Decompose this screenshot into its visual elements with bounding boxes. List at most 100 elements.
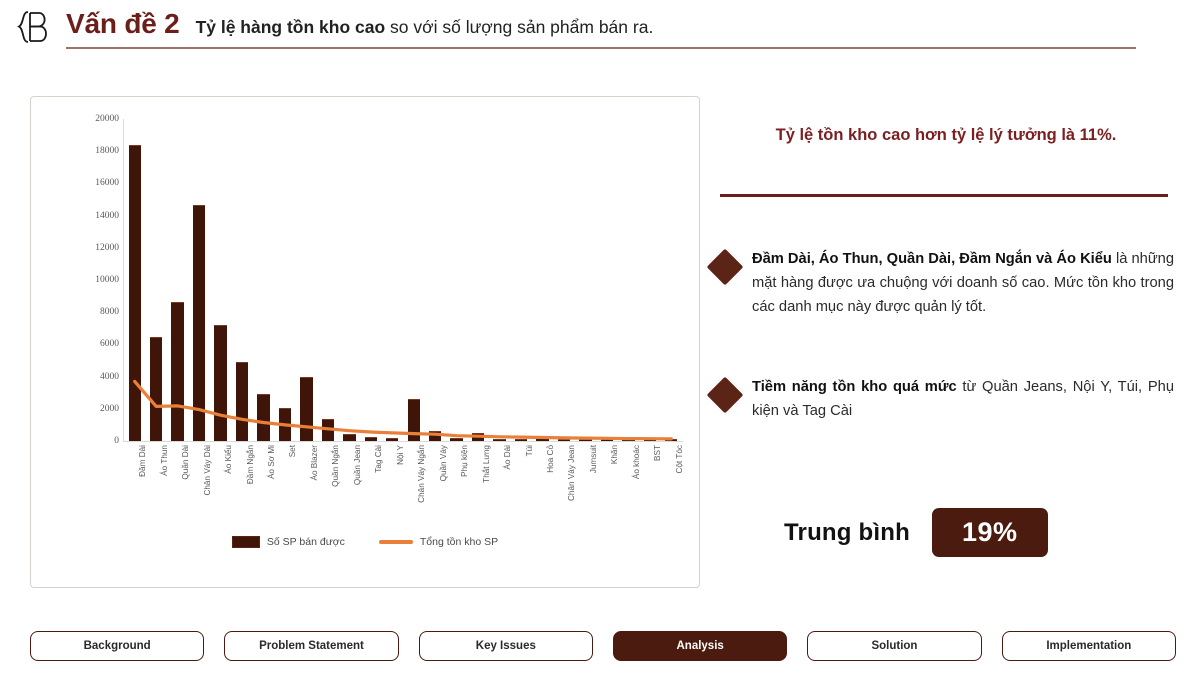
y-axis-tick: 20000 [95,114,119,124]
title-subtitle: Tỷ lệ hàng tồn kho cao so với số lượng s… [196,17,654,38]
chart-bar [493,438,506,441]
x-axis-tick-label: Đầm Ngắn [245,445,255,485]
chart-bar-column [257,119,270,441]
chart-bar [643,438,657,441]
nav-tab-implementation[interactable]: Implementation [1001,631,1176,661]
nav-tab-problem-statement[interactable]: Problem Statement [224,631,399,661]
page-title: Vấn đề 2 Tỷ lệ hàng tồn kho cao so với s… [66,8,1146,46]
nav-tab-background[interactable]: Background [30,631,205,661]
x-axis-tick-label: Chân Váy Jean [567,445,577,501]
x-axis-tick-label: Phụ kiện [460,445,470,477]
chart-bar [235,361,249,441]
x-axis-tick-label: Túi [524,445,534,457]
x-axis-tick-label: Chân Váy Dài [202,445,212,496]
chart-bar [579,438,592,441]
nav-tab-analysis[interactable]: Analysis [612,631,788,661]
x-axis-tick-label: Cột Tóc [674,445,684,474]
y-axis-tick: 16000 [95,178,119,189]
chart-bar-column [579,119,592,441]
insight-bullet-2-bold: Tiềm năng tồn kho quá mức [752,379,957,395]
chart-bar-column [622,119,635,441]
x-axis-tick-label: Set [288,445,298,458]
y-axis-tick: 0 [114,436,119,446]
x-axis-tick-label: Quần Váy [438,445,448,482]
chart-bar-column [557,119,571,441]
insight-kicker: Tỷ lệ tồn kho cao hơn tỷ lệ lý tưởng là … [775,126,1117,144]
bb-monogram-logo-icon [12,6,60,48]
chart-bar-column [128,119,141,441]
x-axis-tick-label: Áo khoác [631,445,641,480]
chart-bar-column [471,119,485,441]
insight-kicker-divider [720,194,1168,197]
insights-panel: Tỷ lệ tồn kho cao hơn tỷ lệ lý tưởng là … [706,96,1176,588]
y-axis-tick: 2000 [100,403,119,414]
chart-bar-column [364,119,378,441]
chart-x-axis-labels: Đầm Dài Áo Thun Quần Dài Chân Váy Dài Áo Kiể… [124,445,684,505]
chart-bar [557,438,571,441]
x-axis-tick-label: Đầm Dài [138,445,148,477]
x-axis-tick-label: Chân Váy Ngắn [417,445,427,503]
x-axis-tick-label: Áo Blazer [309,445,319,481]
y-axis-tick: 18000 [95,146,119,157]
chart-bar-column [192,119,206,441]
chart-bar-column [536,119,549,441]
legend-label-bar: Số SP bán được [266,536,345,548]
chart-bar [450,438,463,441]
insight-bullet-1-text: Đầm Dài, Áo Thun, Quần Dài, Đầm Ngắn và … [752,248,1176,319]
chart-bar-column [428,119,442,441]
chart-bar [171,302,184,441]
header-divider [66,47,1136,49]
chart-bar-column [600,119,614,441]
chart-bar [622,438,635,441]
chart-bar [364,436,378,441]
chart-bar [149,336,163,441]
chart-plot-area: 0 2000 4000 6000 8000 10000 12000 14000 16000 180… [79,114,687,503]
nav-tab-solution[interactable]: Solution [807,631,982,661]
chart-bar [321,419,335,441]
y-axis-tick: 12000 [95,242,119,253]
legend-swatch-line-icon [378,540,413,544]
y-axis-tick: 6000 [100,339,119,350]
chart-bar-column [278,119,292,441]
y-axis-tick: 4000 [100,371,119,382]
x-axis-tick-label: Hoa Cỏ [546,445,555,473]
chart-y-axis: 0 2000 4000 6000 8000 10000 12000 14000 16000 180… [79,114,123,446]
x-axis-tick-label: Quần Dài [181,445,191,480]
chart-bar [471,433,485,441]
legend-item-line: Tổng tồn kho SP [378,536,498,548]
insight-bullet-2-text: Tiềm năng tồn kho quá mức từ Quần Jeans,… [752,376,1176,424]
chart-bar [300,377,313,441]
x-axis-tick-label: Áo Dài [503,445,513,470]
chart-bar [343,433,356,441]
average-value-badge: 19% [931,508,1048,557]
chart-bar [428,430,442,441]
x-axis-tick-label: Khăn [610,445,620,465]
y-axis-tick: 8000 [100,307,119,318]
chart-bar [214,324,227,441]
chart-bar-column [493,119,506,441]
chart-bar-column [214,119,227,441]
chart-card: 0 2000 4000 6000 8000 10000 12000 14000 16000 180… [30,96,700,588]
x-axis-tick-label: Quần Ngắn [331,445,341,487]
nav-tab-key-issues[interactable]: Key Issues [418,631,593,661]
chart-bar-column [300,119,313,441]
chart-bar [386,437,399,441]
chart-bar [257,394,270,441]
chart-legend: Số SP bán được Tổng tồn kho SP [31,531,699,553]
chart-bar-column [386,119,399,441]
average-row: Trung bình 19% [784,508,1176,557]
chart-bar-column [235,119,249,441]
x-axis-tick-label: BST [653,445,663,461]
chart-bar-column [321,119,335,441]
insight-bullet-1-bold: Đầm Dài, Áo Thun, Quần Dài, Đầm Ngắn và … [752,251,1112,267]
x-axis-tick-label: Áo Sơ Mi [267,445,276,480]
diamond-bullet-icon [706,376,744,414]
title-main-text: Vấn đề 2 [66,8,180,39]
y-axis-tick: 10000 [95,275,119,285]
slide-header: Vấn đề 2 Tỷ lệ hàng tồn kho cao so với s… [0,0,1200,56]
diamond-bullet-icon [706,248,744,286]
chart-bar-column [514,119,528,441]
y-axis-tick: 14000 [95,210,119,221]
x-axis-tick-label: Quần Jean [352,445,362,486]
section-nav: Background Problem Statement Key Issues Ana… [30,631,1176,661]
